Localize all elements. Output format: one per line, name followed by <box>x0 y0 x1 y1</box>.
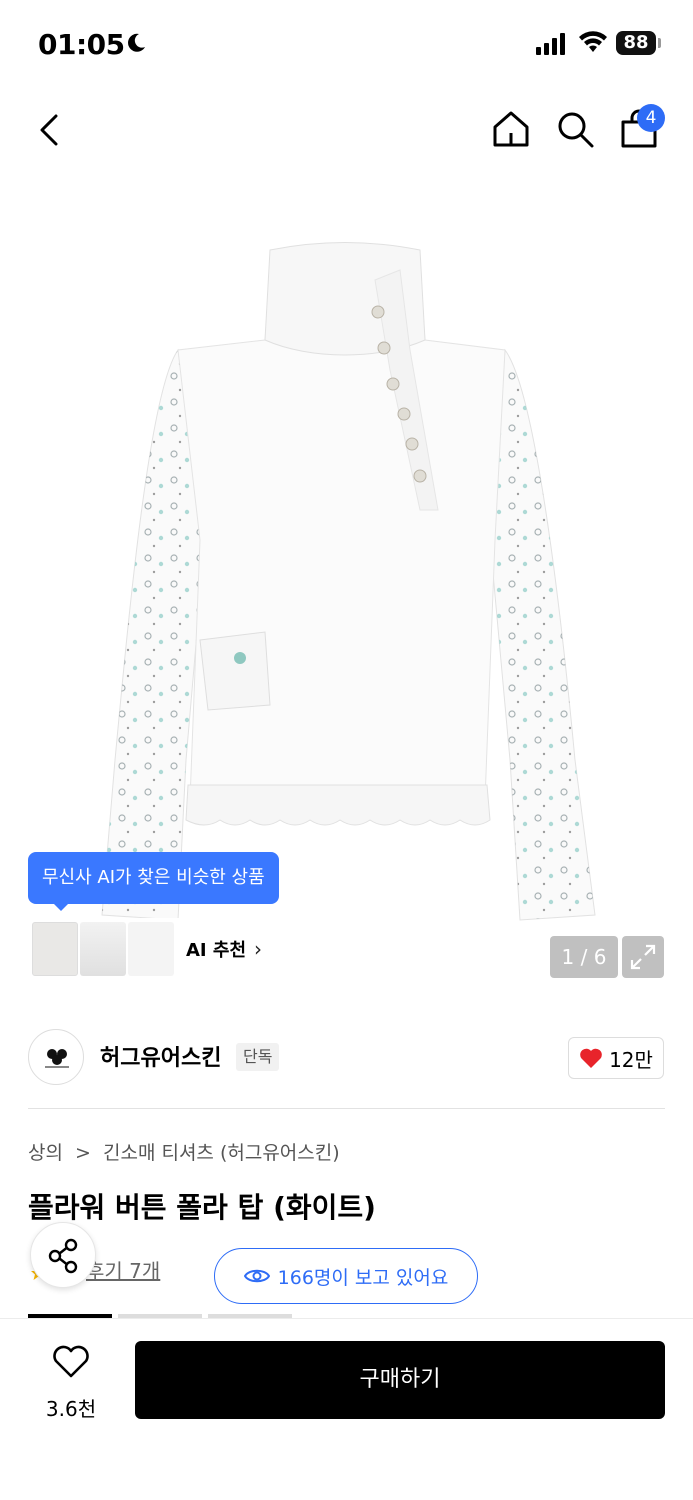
eye-icon <box>243 1269 270 1283</box>
cart-badge: 4 <box>637 104 665 132</box>
wishlist-count: 3.6천 <box>45 1397 97 1421</box>
chevron-right-icon: › <box>254 937 263 961</box>
share-button[interactable] <box>30 1222 96 1288</box>
status-bar: 01:05 88 <box>0 0 693 90</box>
ai-tooltip-tail <box>52 902 70 911</box>
share-icon <box>48 1238 78 1274</box>
heart-outline-icon <box>53 1345 89 1378</box>
bottom-bar: 3.6천 구매하기 <box>0 1318 693 1500</box>
buy-button[interactable]: 구매하기 <box>135 1341 665 1419</box>
breadcrumb-level2[interactable]: 긴소매 티셔츠 (허그유어스킨) <box>103 1142 340 1164</box>
status-time: 01:05 <box>38 28 125 61</box>
expand-icon[interactable] <box>622 936 664 978</box>
product-photo[interactable] <box>90 240 610 930</box>
product-title: 플라워 버튼 폴라 탑 (화이트) <box>28 1191 376 1224</box>
review-link[interactable]: 후기 7개 <box>86 1255 160 1284</box>
search-icon[interactable] <box>554 108 596 150</box>
battery-tip <box>658 38 661 48</box>
brand-like-button[interactable]: 12만 <box>568 1037 664 1079</box>
ai-recommend-label[interactable]: AI 추천 <box>186 936 246 962</box>
brand-like-count: 12만 <box>609 1047 653 1072</box>
heart-filled-icon <box>580 1048 602 1068</box>
ai-thumbnail-1[interactable] <box>32 922 78 976</box>
ai-recommend-strip[interactable]: AI 추천 › <box>28 918 268 980</box>
viewers-pill: 166명이 보고 있어요 <box>214 1248 478 1304</box>
moon-icon <box>128 33 145 52</box>
battery-icon: 88 <box>616 31 656 55</box>
image-page-indicator: 1 / 6 <box>550 936 618 978</box>
breadcrumb-separator: > <box>75 1142 91 1164</box>
breadcrumb-level1[interactable]: 상의 <box>28 1142 63 1164</box>
ai-thumbnail-3[interactable] <box>128 922 174 976</box>
home-icon[interactable] <box>490 108 532 150</box>
ai-tooltip[interactable]: 무신사 AI가 찾은 비슷한 상품 <box>28 852 279 904</box>
viewers-text: 166명이 보고 있어요 <box>277 1266 449 1289</box>
brand-logo-mark <box>45 1049 69 1068</box>
signal-icon <box>536 33 565 55</box>
brand-logo[interactable] <box>28 1029 84 1085</box>
back-icon[interactable] <box>30 110 70 150</box>
exclusive-badge: 단독 <box>236 1043 280 1071</box>
breadcrumb: 상의 > 긴소매 티셔츠 (허그유어스킨) <box>28 1138 346 1165</box>
top-nav <box>0 90 693 172</box>
divider <box>28 1108 665 1109</box>
ai-thumbnail-2[interactable] <box>80 922 126 976</box>
wifi-icon <box>579 31 607 52</box>
wishlist-button[interactable]: 3.6천 <box>30 1343 112 1423</box>
brand-name[interactable]: 허그유어스킨 <box>100 1040 221 1072</box>
